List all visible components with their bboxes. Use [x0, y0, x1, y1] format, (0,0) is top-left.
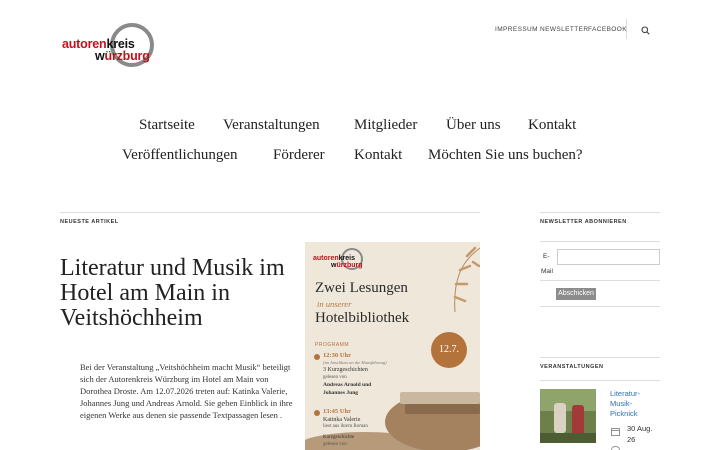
newsletter-divider-mid — [540, 280, 660, 281]
event-title-link[interactable]: Literatur- Musik- Picknick — [610, 389, 640, 419]
topnav-facebook[interactable]: FACEBOOK — [588, 26, 627, 33]
poster-time-1: 12:30 Uhr — [323, 352, 351, 359]
menu-item-mitglieder[interactable]: Mitglieder — [354, 117, 417, 134]
email-input[interactable] — [557, 249, 660, 265]
clock-icon — [314, 354, 320, 360]
logo-line2: würzburg — [95, 49, 150, 63]
events-divider-2 — [540, 380, 660, 381]
poster-item-1b: gelesen von — [323, 375, 347, 380]
article-image[interactable]: autorenkreis würzburg Zwei Lesungen in u… — [305, 242, 480, 450]
event-thumbnail[interactable] — [540, 389, 596, 443]
events-label: VERANSTALTUNGEN — [540, 364, 604, 370]
poster-heading-2: in unserer — [317, 299, 352, 309]
poster-item-2d: gelesen von — [323, 442, 347, 447]
event-title-line-2: Musik- — [610, 399, 633, 408]
site-logo[interactable]: autorenkreis würzburg — [60, 20, 165, 75]
menu-item-startseite[interactable]: Startseite — [139, 117, 195, 134]
poster-date-badge: 12.7. — [431, 332, 467, 368]
search-icon[interactable] — [640, 24, 652, 36]
poster-heading-3: Hotelbibliothek — [315, 310, 410, 326]
menu-item-kontakt-2[interactable]: Kontakt — [354, 147, 402, 164]
article-title[interactable]: Literatur und Musik im Hotel am Main in … — [60, 256, 305, 331]
poster-item-1c: Andreas Arnold und — [323, 382, 372, 388]
event-date-line-2: 26 — [627, 435, 636, 444]
menu-item-veroeffentlichungen[interactable]: Veröffentlichungen — [122, 147, 238, 164]
menu-item-kontakt[interactable]: Kontakt — [528, 117, 576, 134]
poster-logo: autorenkreis würzburg — [313, 246, 365, 272]
section-divider — [60, 212, 480, 213]
events-divider — [540, 357, 660, 358]
menu-item-veranstaltungen[interactable]: Veranstaltungen — [223, 117, 320, 134]
poster-item-1a: 3 Kurzgeschichten — [323, 367, 368, 373]
topnav-newsletter[interactable]: NEWSLETTER — [540, 26, 588, 33]
menu-item-ueber-uns[interactable]: Über uns — [446, 117, 501, 134]
email-label-1: E- — [543, 253, 550, 260]
newsletter-divider-bottom — [540, 306, 660, 307]
topnav-impressum[interactable]: IMPRESSUM — [495, 26, 538, 33]
poster-note-1: (im Anschluss an die Hausführung) — [323, 360, 387, 365]
calendar-icon — [611, 423, 620, 436]
poster-time-2: 13:45 Uhr — [323, 408, 351, 415]
article-excerpt: Bei der Veranstaltung „Veitshöchheim mac… — [80, 362, 293, 420]
poster-heading-1: Zwei Lesungen — [315, 280, 408, 296]
email-label-2: Mail — [541, 268, 553, 275]
poster-item-2c: Kurzgeschichte — [323, 435, 355, 440]
event-date-line-1: 30 Aug. — [627, 424, 653, 433]
clock-icon — [314, 410, 320, 416]
topnav-divider — [626, 19, 627, 39]
newsletter-label: NEWSLETTER ABONNIEREN — [540, 219, 627, 225]
poster-item-2a: Katinka Valerie — [323, 417, 361, 423]
subscribe-button[interactable]: Abschicken — [556, 288, 596, 300]
event-title-line-3: Picknick — [610, 409, 638, 418]
latest-articles-label: NEUESTE ARTIKEL — [60, 219, 119, 225]
poster-item-2b: liest aus ihrem Roman — [323, 424, 368, 429]
clock-icon — [611, 446, 620, 450]
poster-program-label: PROGRAMM — [315, 342, 349, 348]
menu-item-foerderer[interactable]: Förderer — [273, 147, 325, 164]
sidebar-divider — [540, 212, 660, 213]
newsletter-divider-top — [540, 241, 660, 242]
poster-item-1d: Johannes Jung — [323, 390, 359, 396]
menu-item-buchen[interactable]: Möchten Sie uns buchen? — [428, 147, 583, 164]
event-title-line-1: Literatur- — [610, 389, 641, 398]
